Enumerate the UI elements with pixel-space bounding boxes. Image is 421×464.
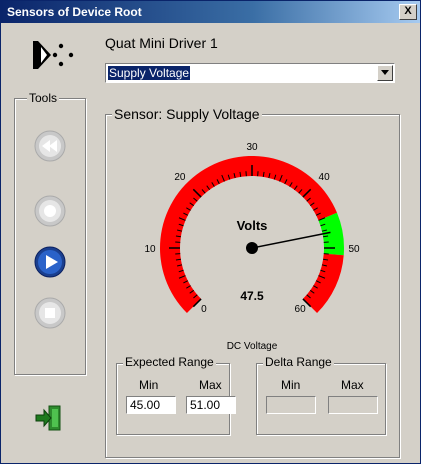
delta-range-group: Delta Range Min Max bbox=[256, 355, 386, 435]
expected-max-label: Max bbox=[199, 378, 222, 392]
delta-range-label: Delta Range bbox=[263, 355, 334, 369]
delta-min-field bbox=[266, 396, 316, 414]
expected-min-label: Min bbox=[139, 378, 159, 392]
sensor-select-value: Supply Voltage bbox=[108, 66, 191, 80]
gauge-caption: DC Voltage bbox=[227, 341, 278, 352]
gauge-tick-label: 40 bbox=[319, 172, 331, 183]
tools-group: Tools bbox=[14, 91, 86, 375]
gauge-value: 47.5 bbox=[240, 289, 264, 303]
gauge-needle bbox=[251, 231, 331, 249]
delta-max-field bbox=[328, 396, 378, 414]
dropdown-button[interactable] bbox=[377, 65, 393, 81]
window-title: Sensors of Device Root bbox=[7, 5, 142, 19]
expected-range-group: Expected Range Min Max 45.00 51.00 bbox=[116, 355, 236, 435]
gauge-hub bbox=[246, 242, 258, 254]
chevron-down-icon bbox=[381, 70, 389, 75]
close-icon: X bbox=[404, 5, 412, 17]
sensor-group: Sensor: Supply Voltage 0 10 20 30 40 50 60 Vol… bbox=[105, 106, 400, 458]
gauge-tick-label: 0 bbox=[201, 304, 207, 315]
gauge-tick-label: 50 bbox=[348, 244, 360, 255]
stop-icon[interactable] bbox=[34, 297, 66, 329]
expected-max-field[interactable]: 51.00 bbox=[186, 396, 236, 414]
sensor-select[interactable]: Supply Voltage bbox=[105, 63, 395, 83]
voltage-gauge: 0 10 20 30 40 50 60 Volts 47.5 DC Voltage bbox=[144, 142, 360, 352]
title-bar[interactable]: Sensors of Device Root X bbox=[1, 1, 420, 23]
rewind-icon[interactable] bbox=[34, 130, 66, 162]
delta-max-label: Max bbox=[341, 378, 364, 392]
tools-label: Tools bbox=[27, 91, 60, 105]
gauge-unit: Volts bbox=[237, 218, 268, 233]
exit-icon[interactable] bbox=[34, 403, 64, 433]
close-button[interactable]: X bbox=[399, 4, 417, 20]
record-icon[interactable] bbox=[34, 195, 66, 227]
play-icon[interactable] bbox=[34, 246, 66, 278]
window-body: Quat Mini Driver 1 Supply Voltage Tools bbox=[1, 23, 420, 463]
expected-min-field[interactable]: 45.00 bbox=[126, 396, 176, 414]
device-logo-icon bbox=[33, 41, 74, 69]
gauge-tick-label: 10 bbox=[144, 244, 156, 255]
gauge-tick-label: 20 bbox=[174, 172, 186, 183]
sensors-window: Sensors of Device Root X Quat Mini Drive… bbox=[0, 0, 421, 464]
gauge-tick-label: 60 bbox=[295, 304, 307, 315]
delta-min-label: Min bbox=[281, 378, 301, 392]
gauge-tick-label: 30 bbox=[246, 142, 258, 153]
device-name: Quat Mini Driver 1 bbox=[105, 35, 218, 51]
expected-range-label: Expected Range bbox=[123, 355, 216, 369]
